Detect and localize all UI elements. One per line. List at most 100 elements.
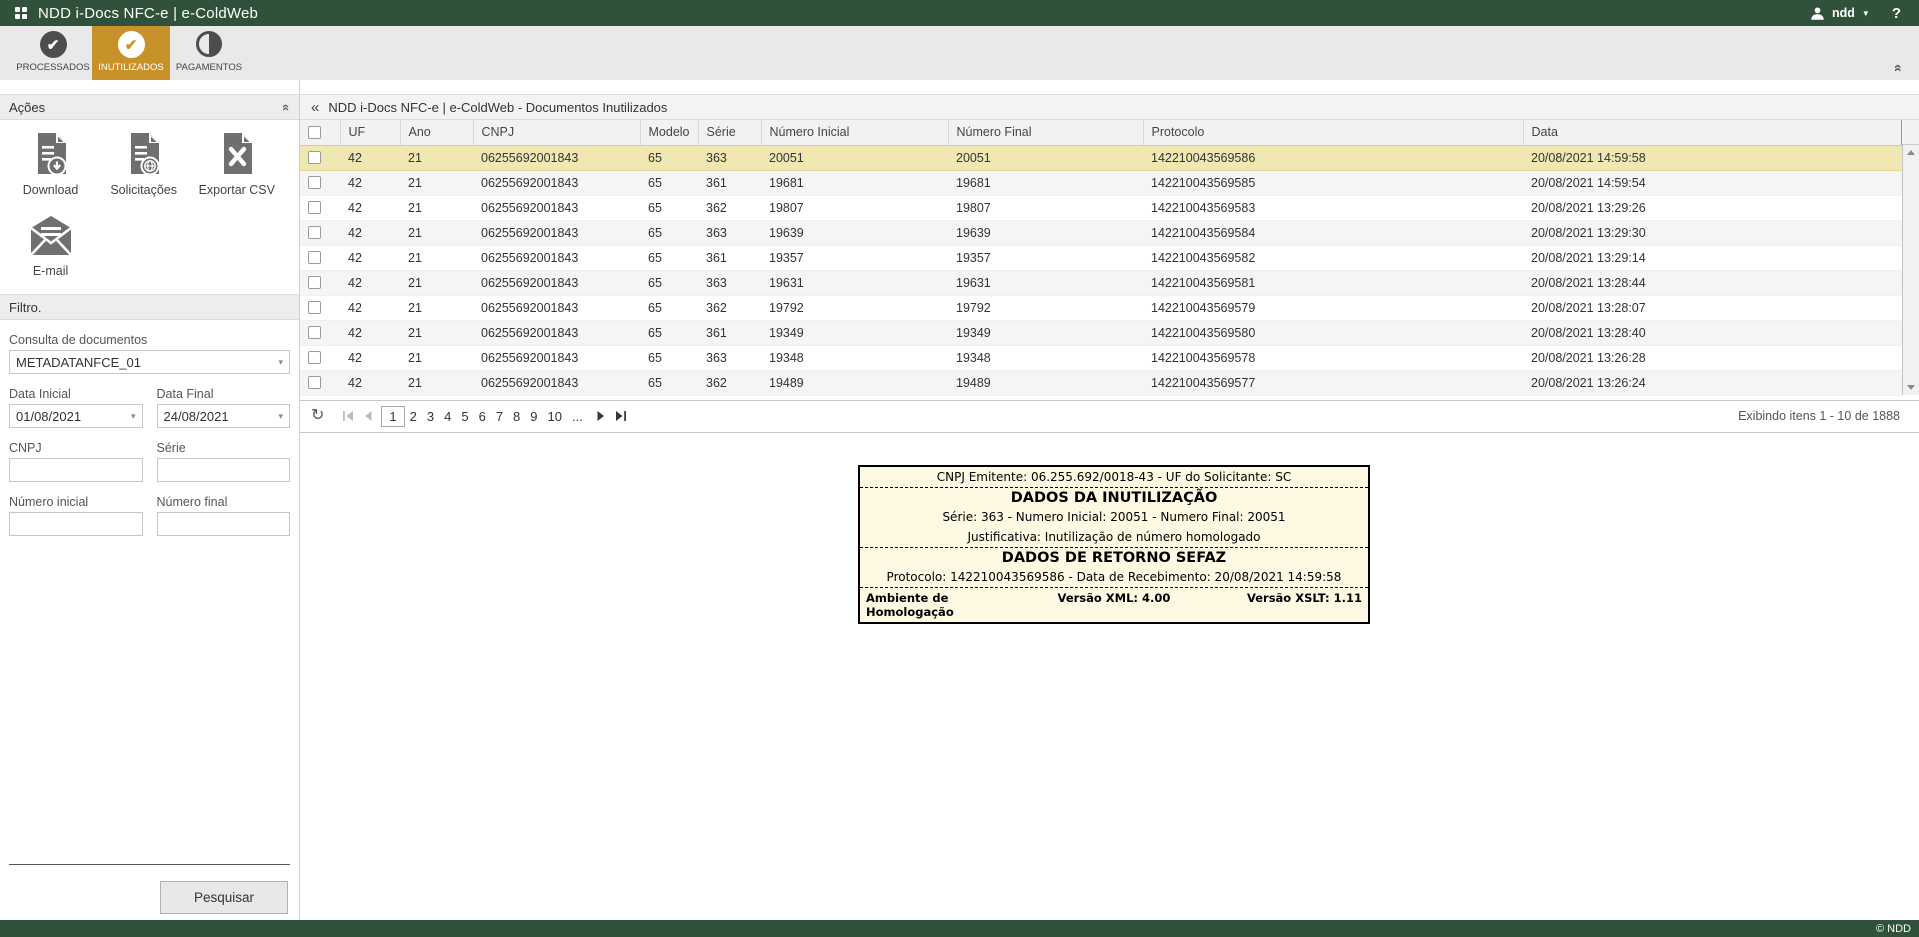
first-page-button[interactable] xyxy=(338,411,359,421)
filter-panel-header: Filtro. xyxy=(0,294,299,320)
next-page-button[interactable] xyxy=(592,411,610,421)
table-cell: 20/08/2021 13:29:26 xyxy=(1523,195,1902,220)
column-header[interactable]: Ano xyxy=(400,120,473,145)
tab-inutilizados[interactable]: ✔ INUTILIZADOS xyxy=(92,26,170,80)
column-header[interactable]: UF xyxy=(340,120,400,145)
filter-body: Consulta de documentos METADATANFCE_01 ▾… xyxy=(0,320,299,536)
app-grid-icon[interactable] xyxy=(15,7,27,19)
table-row[interactable]: 4221062556920018436536219807198071422100… xyxy=(300,195,1902,220)
doc-section1-line2: Justificativa: Inutilização de número ho… xyxy=(860,527,1368,547)
table-cell: 65 xyxy=(640,345,698,370)
table-row[interactable]: 4221062556920018436536320051200511422100… xyxy=(300,145,1902,170)
table-row[interactable]: 4221062556920018436536119681196811422100… xyxy=(300,170,1902,195)
solicitacoes-button[interactable]: Solicitações xyxy=(97,132,190,197)
page-number-button[interactable]: 1 xyxy=(381,406,404,427)
row-checkbox[interactable] xyxy=(308,226,321,239)
help-button[interactable]: ? xyxy=(1892,5,1901,22)
row-checkbox[interactable] xyxy=(308,351,321,364)
column-header[interactable]: Número Final xyxy=(948,120,1143,145)
email-button[interactable]: E-mail xyxy=(4,213,97,278)
page-number-button[interactable]: 5 xyxy=(456,407,473,426)
column-header[interactable]: Data xyxy=(1523,120,1902,145)
page-number-button[interactable]: 7 xyxy=(491,407,508,426)
doc-section2-title: DADOS DE RETORNO SEFAZ xyxy=(860,548,1368,567)
page-number-button[interactable]: 6 xyxy=(474,407,491,426)
table-cell: 142210043569585 xyxy=(1143,170,1523,195)
row-checkbox[interactable] xyxy=(308,151,321,164)
tab-pagamentos[interactable]: PAGAMENTOS xyxy=(170,26,248,80)
consulta-select[interactable]: METADATANFCE_01 ▾ xyxy=(9,350,290,374)
table-cell: 142210043569583 xyxy=(1143,195,1523,220)
previous-page-button[interactable] xyxy=(359,411,377,421)
serie-field[interactable] xyxy=(157,458,291,482)
row-checkbox[interactable] xyxy=(308,326,321,339)
table-cell: 06255692001843 xyxy=(473,170,640,195)
page-number-button[interactable]: 8 xyxy=(508,407,525,426)
breadcrumb: « NDD i-Docs NFC-e | e-ColdWeb - Documen… xyxy=(300,94,1919,120)
table-cell: 06255692001843 xyxy=(473,295,640,320)
table-cell: 21 xyxy=(400,270,473,295)
scroll-down-icon[interactable] xyxy=(1907,385,1915,390)
action-label: E-mail xyxy=(33,264,68,278)
data-inicial-picker[interactable]: 01/08/2021 ▾ xyxy=(9,404,143,428)
numero-final-field[interactable] xyxy=(157,512,291,536)
row-checkbox[interactable] xyxy=(308,251,321,264)
row-checkbox[interactable] xyxy=(308,201,321,214)
table-cell: 42 xyxy=(340,220,400,245)
app-title: NDD i-Docs NFC-e | e-ColdWeb xyxy=(38,5,258,22)
chevron-down-icon: ▾ xyxy=(278,357,283,368)
table-row[interactable]: 4221062556920018436536319631196311422100… xyxy=(300,270,1902,295)
doc-versao-xml: Versão XML: 4.00 xyxy=(1031,591,1196,619)
download-button[interactable]: Download xyxy=(4,132,97,197)
column-header[interactable]: Número Inicial xyxy=(761,120,948,145)
table-cell: 21 xyxy=(400,370,473,395)
page-number-button[interactable]: 2 xyxy=(405,407,422,426)
titlebar-user-menu[interactable]: ndd ▼ ? xyxy=(1810,5,1909,22)
exportar-csv-button[interactable]: Exportar CSV xyxy=(190,132,283,197)
action-label: Solicitações xyxy=(110,183,177,197)
table-cell: 42 xyxy=(340,270,400,295)
collapse-sidebar-icon[interactable]: « xyxy=(311,99,319,116)
column-header[interactable]: Modelo xyxy=(640,120,698,145)
numero-inicial-label: Número inicial xyxy=(9,495,143,509)
table-cell: 21 xyxy=(400,170,473,195)
more-pages-button[interactable]: ... xyxy=(567,407,588,426)
page-number-button[interactable]: 9 xyxy=(525,407,542,426)
select-all-checkbox[interactable] xyxy=(308,126,321,139)
table-row[interactable]: 4221062556920018436536319348193481422100… xyxy=(300,345,1902,370)
row-checkbox[interactable] xyxy=(308,376,321,389)
scroll-up-icon[interactable] xyxy=(1907,150,1915,155)
table-row[interactable]: 4221062556920018436536219489194891422100… xyxy=(300,370,1902,395)
row-checkbox[interactable] xyxy=(308,301,321,314)
collapse-actions-icon[interactable]: « xyxy=(279,103,294,110)
table-row[interactable]: 4221062556920018436536219792197921422100… xyxy=(300,295,1902,320)
pagination-bar: ↻ 12345678910... Exibindo itens 1 - 10 d… xyxy=(300,400,1919,433)
page-number-button[interactable]: 10 xyxy=(543,407,567,426)
data-final-picker[interactable]: 24/08/2021 ▾ xyxy=(157,404,291,428)
column-header[interactable]: CNPJ xyxy=(473,120,640,145)
doc-versao-xslt: Versão XSLT: 1.11 xyxy=(1197,591,1362,619)
numero-inicial-field[interactable] xyxy=(9,512,143,536)
row-checkbox[interactable] xyxy=(308,176,321,189)
pesquisar-button[interactable]: Pesquisar xyxy=(160,881,288,914)
refresh-icon[interactable]: ↻ xyxy=(311,408,324,424)
tab-processados[interactable]: ✔ PROCESSADOS xyxy=(14,26,92,80)
collapse-ribbon-icon[interactable]: « xyxy=(1892,64,1906,72)
column-header[interactable]: Série xyxy=(698,120,761,145)
chevron-down-icon: ▾ xyxy=(131,411,136,422)
table-row[interactable]: 4221062556920018436536119349193491422100… xyxy=(300,320,1902,345)
last-page-button[interactable] xyxy=(610,411,631,421)
table-cell: 20051 xyxy=(761,145,948,170)
table-row[interactable]: 4221062556920018436536319639196391422100… xyxy=(300,220,1902,245)
user-name: ndd xyxy=(1832,6,1855,20)
column-header[interactable]: Protocolo xyxy=(1143,120,1523,145)
vertical-scrollbar[interactable] xyxy=(1902,145,1919,395)
documents-grid: UFAnoCNPJModeloSérieNúmero InicialNúmero… xyxy=(300,120,1919,396)
row-checkbox[interactable] xyxy=(308,276,321,289)
table-row[interactable]: 4221062556920018436536119357193571422100… xyxy=(300,245,1902,270)
copyright-label: © NDD xyxy=(1876,923,1911,935)
page-number-button[interactable]: 3 xyxy=(422,407,439,426)
title-bar: NDD i-Docs NFC-e | e-ColdWeb ndd ▼ ? xyxy=(0,0,1919,26)
page-number-button[interactable]: 4 xyxy=(439,407,456,426)
cnpj-field[interactable] xyxy=(9,458,143,482)
